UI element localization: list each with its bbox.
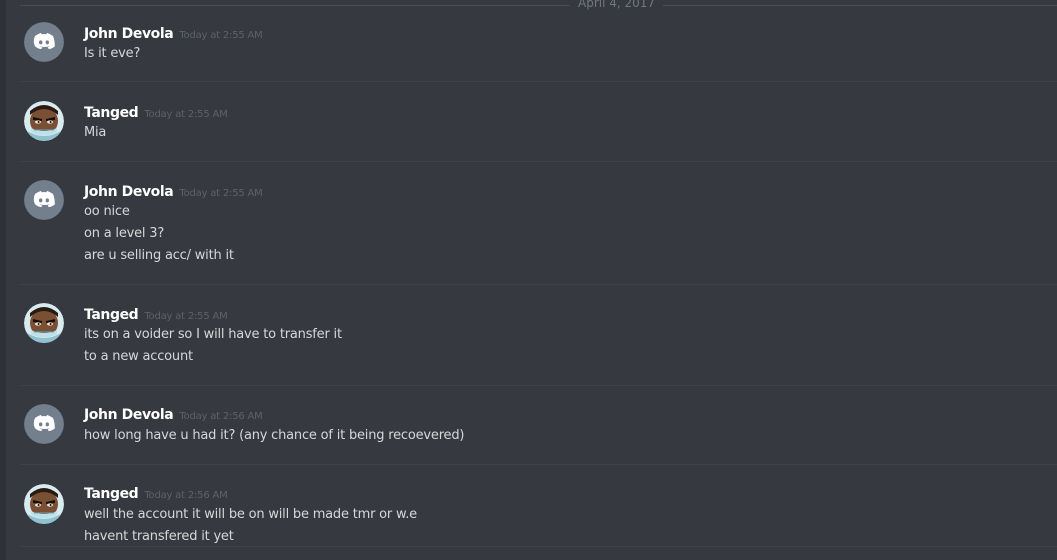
message-header: Tanged Today at 2:55 AM	[84, 304, 228, 323]
username[interactable]: Tanged	[84, 105, 139, 121]
date-divider-line	[20, 5, 1057, 6]
message-group: John Devola Today at 2:55 AM oo nice on a…	[20, 162, 1057, 285]
timestamp: Today at 2:55 AM	[179, 188, 263, 199]
message-group: Tanged Today at 2:56 AM well the account …	[20, 465, 1057, 560]
date-divider: April 4, 2017	[20, 0, 1057, 12]
message-group-divider	[20, 546, 1057, 547]
message-group: John Devola Today at 2:55 AM Is it eve?	[20, 12, 1057, 82]
message-line: havent transfered it yet	[84, 529, 234, 544]
message-line: its on a voider so I will have to transf…	[84, 327, 342, 342]
message-line: are u selling acc/ with it	[84, 248, 234, 263]
discord-default-avatar-icon[interactable]	[24, 22, 64, 62]
username[interactable]: John Devola	[84, 184, 174, 200]
timestamp: Today at 2:55 AM	[144, 311, 228, 322]
chat-messages-pane[interactable]: April 4, 2017 John Devola Today at 2:55 A…	[0, 0, 1057, 560]
timestamp: Today at 2:55 AM	[144, 109, 228, 120]
tanged-avatar-icon[interactable]	[24, 303, 64, 343]
message-line: how long have u had it? (any chance of i…	[84, 428, 465, 443]
message-body: Mia	[84, 122, 106, 144]
message-body: Is it eve?	[84, 43, 140, 65]
message-header: John Devola Today at 2:55 AM	[84, 181, 263, 200]
timestamp: Today at 2:56 AM	[144, 490, 228, 501]
discord-default-avatar-icon[interactable]	[24, 404, 64, 444]
message-line: well the account it will be on will be m…	[84, 507, 417, 522]
channel-sidebar-edge	[0, 0, 6, 560]
date-divider-label: April 4, 2017	[570, 0, 664, 10]
message-line: to a new account	[84, 349, 193, 364]
message-group: John Devola Today at 2:56 AM how long hav…	[20, 386, 1057, 465]
message-group: Tanged Today at 2:55 AM its on a voider s…	[20, 285, 1057, 386]
message-line: Is it eve?	[84, 46, 141, 61]
username[interactable]: John Devola	[84, 26, 174, 42]
tanged-avatar-icon[interactable]	[24, 101, 64, 141]
message-line: Mia	[84, 125, 107, 140]
message-body: how long have u had it? (any chance of i…	[84, 425, 464, 447]
message-line: oo nice	[84, 204, 130, 219]
message-group: Tanged Today at 2:55 AM Mia	[20, 82, 1057, 162]
discord-default-avatar-icon[interactable]	[24, 180, 64, 220]
tanged-avatar-icon[interactable]	[24, 484, 64, 524]
message-header: Tanged Today at 2:56 AM	[84, 483, 228, 502]
message-line: on a level 3?	[84, 226, 165, 241]
message-header: John Devola Today at 2:55 AM	[84, 23, 263, 42]
message-body: its on a voider so I will have to transf…	[84, 324, 342, 368]
timestamp: Today at 2:55 AM	[179, 30, 263, 41]
message-header: Tanged Today at 2:55 AM	[84, 102, 228, 121]
message-header: John Devola Today at 2:56 AM	[84, 404, 263, 423]
username[interactable]: Tanged	[84, 486, 139, 502]
message-body: oo nice on a level 3? are u selling acc/…	[84, 201, 234, 267]
timestamp: Today at 2:56 AM	[179, 411, 263, 422]
username[interactable]: John Devola	[84, 407, 174, 423]
username[interactable]: Tanged	[84, 307, 139, 323]
message-body: well the account it will be on will be m…	[84, 504, 417, 548]
